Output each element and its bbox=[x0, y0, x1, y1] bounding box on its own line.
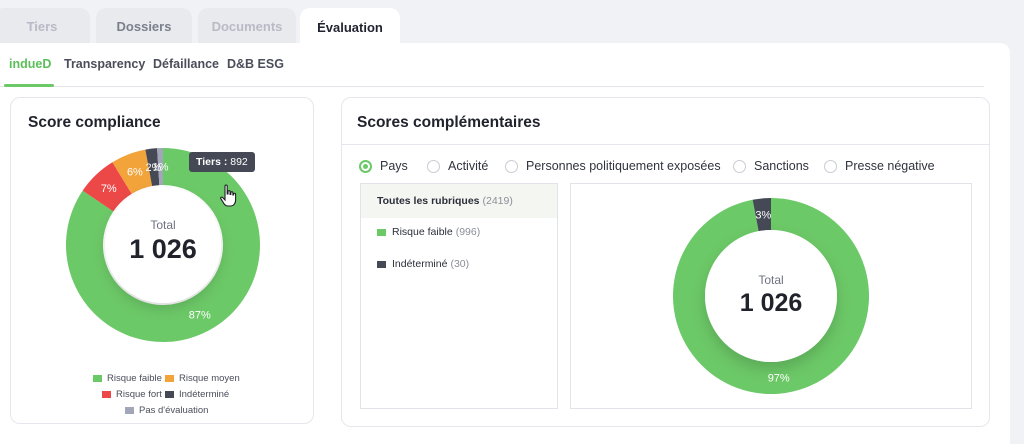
tooltip-value: 892 bbox=[230, 156, 248, 168]
total-value: 1 026 bbox=[740, 289, 803, 317]
complementaires-chart-panel: Total 1 026 97% 3% bbox=[570, 183, 972, 409]
slice-value-label: 87% bbox=[189, 309, 211, 321]
legend-label: Pas d'évaluation bbox=[139, 405, 209, 416]
radio-label: Personnes politiquement exposées bbox=[526, 159, 721, 173]
legend-swatch bbox=[93, 375, 102, 382]
scores-complementaires-card: Scores complémentaires Pays Activité Per… bbox=[341, 97, 990, 427]
subtab-indued[interactable]: indueD bbox=[9, 57, 51, 71]
radio-label: Sanctions bbox=[754, 159, 809, 173]
rubrique-all-label: Toutes les rubriques bbox=[377, 195, 480, 207]
legend-label: Risque fort bbox=[116, 389, 162, 400]
subtab-defaillance[interactable]: Défaillance bbox=[153, 57, 219, 71]
subtab-transparency[interactable]: Transparency bbox=[64, 57, 145, 71]
rubrique-risque-faible[interactable]: Risque faible (996) bbox=[377, 226, 480, 238]
total-label: Total bbox=[758, 273, 783, 287]
rubrique-all-row[interactable]: Toutes les rubriques (2419) bbox=[361, 184, 557, 218]
rubrique-swatch bbox=[377, 260, 386, 268]
slice-value-label: 7% bbox=[101, 183, 117, 195]
radio-icon bbox=[733, 159, 746, 173]
top-tabs: Tiers Dossiers Documents Évaluation bbox=[0, 8, 1024, 46]
tab-documents[interactable]: Documents bbox=[198, 8, 296, 44]
radio-ppe[interactable]: Personnes politiquement exposées bbox=[505, 159, 721, 173]
total-value: 1 026 bbox=[129, 234, 197, 264]
legend-swatch bbox=[165, 391, 174, 398]
rubrique-all-count: (2419) bbox=[482, 195, 513, 207]
tab-evaluation[interactable]: Évaluation bbox=[300, 8, 400, 46]
legend-swatch bbox=[125, 407, 134, 414]
legend-label: Indéterminé bbox=[179, 389, 230, 400]
radio-icon bbox=[824, 159, 837, 173]
evaluation-panel: indueD Transparency Défaillance D&B ESG … bbox=[0, 43, 1010, 444]
tab-dossiers[interactable]: Dossiers bbox=[96, 8, 192, 44]
tooltip-label: Tiers : bbox=[196, 156, 228, 168]
radio-selected-icon bbox=[359, 159, 372, 173]
legend-label: Risque moyen bbox=[179, 373, 240, 384]
slice-value-label: 3% bbox=[755, 209, 771, 221]
slice-value-label: 6% bbox=[127, 167, 143, 179]
segment-tooltip: Tiers : 892 bbox=[189, 152, 255, 172]
divider bbox=[342, 144, 989, 145]
tab-tiers[interactable]: Tiers bbox=[0, 8, 90, 44]
slice-value-label: 1% bbox=[153, 162, 169, 174]
radio-pays[interactable]: Pays bbox=[359, 159, 408, 173]
legend-risque-moyen[interactable]: Risque moyen bbox=[165, 373, 240, 384]
radio-label: Presse négative bbox=[845, 159, 935, 173]
radio-sanctions[interactable]: Sanctions bbox=[733, 159, 809, 173]
total-label: Total bbox=[150, 218, 175, 232]
active-subtab-indicator bbox=[4, 84, 54, 87]
legend-risque-faible[interactable]: Risque faible bbox=[93, 373, 162, 384]
legend-risque-fort[interactable]: Risque fort bbox=[102, 389, 162, 400]
legend-pas-evaluation[interactable]: Pas d'évaluation bbox=[125, 405, 208, 416]
subtab-db-esg[interactable]: D&B ESG bbox=[227, 57, 284, 71]
rubrique-count: (30) bbox=[450, 258, 470, 270]
scores-complementaires-title: Scores complémentaires bbox=[357, 114, 541, 131]
radio-icon bbox=[427, 159, 440, 173]
score-compliance-donut: Total 1 026 87%7%6% 2%1% bbox=[66, 148, 260, 342]
legend-swatch bbox=[102, 391, 111, 398]
radio-activite[interactable]: Activité bbox=[427, 159, 488, 173]
rubrique-indetermine[interactable]: Indéterminé (30) bbox=[377, 258, 469, 270]
rubrique-label: Indéterminé bbox=[392, 258, 448, 270]
sub-tabs: indueD Transparency Défaillance D&B ESG bbox=[0, 43, 984, 87]
rubrique-label: Risque faible bbox=[392, 226, 453, 238]
radio-label: Activité bbox=[448, 159, 489, 173]
rubriques-list: Toutes les rubriques (2419) Risque faibl… bbox=[360, 183, 558, 409]
legend-indetermine[interactable]: Indéterminé bbox=[165, 389, 229, 400]
hand-cursor-icon bbox=[220, 184, 237, 207]
score-compliance-card: Score compliance Total 1 026 87% 7% 6% 2% 1%… bbox=[10, 97, 314, 424]
rubrique-all: Toutes les rubriques (2419) bbox=[377, 195, 513, 207]
legend-swatch bbox=[165, 375, 174, 382]
rubrique-count: (996) bbox=[455, 226, 481, 238]
slice-value-label: 97% bbox=[768, 373, 790, 385]
radio-label: Pays bbox=[380, 159, 408, 173]
legend-label: Risque faible bbox=[107, 373, 162, 384]
complementaires-donut: Total 1 026 97% 3% bbox=[673, 198, 869, 394]
radio-icon bbox=[505, 159, 518, 173]
radio-presse-negative[interactable]: Presse négative bbox=[824, 159, 935, 173]
score-compliance-title: Score compliance bbox=[28, 114, 161, 131]
rubrique-swatch bbox=[377, 228, 386, 236]
